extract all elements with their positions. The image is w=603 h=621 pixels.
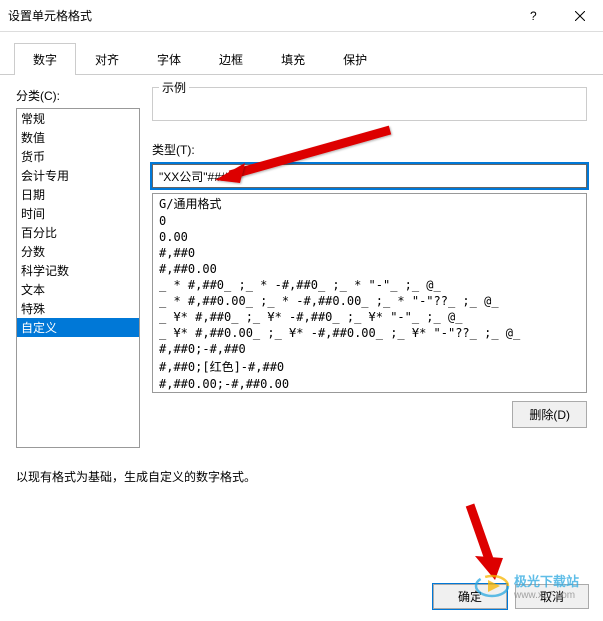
type-item[interactable]: _ * #,##0.00_ ;_ * -#,##0.00_ ;_ * "-"??… [153, 293, 586, 309]
type-item[interactable]: _ ¥* #,##0_ ;_ ¥* -#,##0_ ;_ ¥* "-"_ ;_ … [153, 309, 586, 325]
annotation-arrow-icon [415, 500, 515, 580]
tab-alignment[interactable]: 对齐 [76, 43, 138, 75]
tab-bar: 数字 对齐 字体 边框 填充 保护 [0, 32, 603, 75]
close-button[interactable] [557, 0, 603, 32]
tab-protection[interactable]: 保护 [324, 43, 386, 75]
type-item[interactable]: _ * #,##0_ ;_ * -#,##0_ ;_ * "-"_ ;_ @_ [153, 277, 586, 293]
type-item[interactable]: G/通用格式 [153, 194, 586, 213]
help-button[interactable]: ? [511, 0, 557, 32]
category-item-fraction[interactable]: 分数 [17, 242, 139, 261]
sample-label: 示例 [159, 79, 189, 96]
type-item[interactable]: 0.00 [153, 229, 586, 245]
category-item-custom[interactable]: 自定义 [17, 318, 139, 337]
titlebar: 设置单元格格式 ? [0, 0, 603, 32]
category-item-text[interactable]: 文本 [17, 280, 139, 299]
footer: 确定 取消 [433, 584, 589, 609]
content-area: 分类(C): 常规 数值 货币 会计专用 日期 时间 百分比 分数 科学记数 文… [0, 75, 603, 448]
type-item[interactable]: #,##0.00;-#,##0.00 [153, 376, 586, 392]
type-item[interactable]: #,##0.00 [153, 261, 586, 277]
category-item-special[interactable]: 特殊 [17, 299, 139, 318]
category-item-accounting[interactable]: 会计专用 [17, 166, 139, 185]
svg-text:?: ? [530, 10, 537, 22]
type-input[interactable] [152, 164, 587, 188]
type-item[interactable]: #,##0;[红色]-#,##0 [153, 357, 586, 376]
delete-row: 删除(D) [152, 401, 587, 428]
category-item-percentage[interactable]: 百分比 [17, 223, 139, 242]
type-list[interactable]: G/通用格式 0 0.00 #,##0 #,##0.00 _ * #,##0_ … [152, 193, 587, 393]
delete-button[interactable]: 删除(D) [512, 401, 587, 428]
category-item-scientific[interactable]: 科学记数 [17, 261, 139, 280]
tab-border[interactable]: 边框 [200, 43, 262, 75]
tab-number[interactable]: 数字 [14, 43, 76, 75]
tab-font[interactable]: 字体 [138, 43, 200, 75]
type-label: 类型(T): [152, 141, 587, 158]
ok-button[interactable]: 确定 [433, 584, 507, 609]
left-panel: 分类(C): 常规 数值 货币 会计专用 日期 时间 百分比 分数 科学记数 文… [16, 87, 140, 448]
type-item[interactable]: #,##0;-#,##0 [153, 341, 586, 357]
right-panel: 示例 类型(T): G/通用格式 0 0.00 #,##0 #,##0.00 _… [152, 87, 587, 448]
category-label: 分类(C): [16, 87, 140, 104]
type-item[interactable]: #,##0 [153, 245, 586, 261]
sample-box: 示例 [152, 87, 587, 121]
category-item-time[interactable]: 时间 [17, 204, 139, 223]
category-item-general[interactable]: 常规 [17, 109, 139, 128]
category-item-number[interactable]: 数值 [17, 128, 139, 147]
cancel-button[interactable]: 取消 [515, 584, 589, 609]
hint-text: 以现有格式为基础，生成自定义的数字格式。 [16, 468, 587, 485]
tab-fill[interactable]: 填充 [262, 43, 324, 75]
category-list[interactable]: 常规 数值 货币 会计专用 日期 时间 百分比 分数 科学记数 文本 特殊 自定… [16, 108, 140, 448]
category-item-date[interactable]: 日期 [17, 185, 139, 204]
category-item-currency[interactable]: 货币 [17, 147, 139, 166]
type-item[interactable]: 0 [153, 213, 586, 229]
window-title: 设置单元格格式 [8, 7, 511, 24]
type-item[interactable]: _ ¥* #,##0.00_ ;_ ¥* -#,##0.00_ ;_ ¥* "-… [153, 325, 586, 341]
